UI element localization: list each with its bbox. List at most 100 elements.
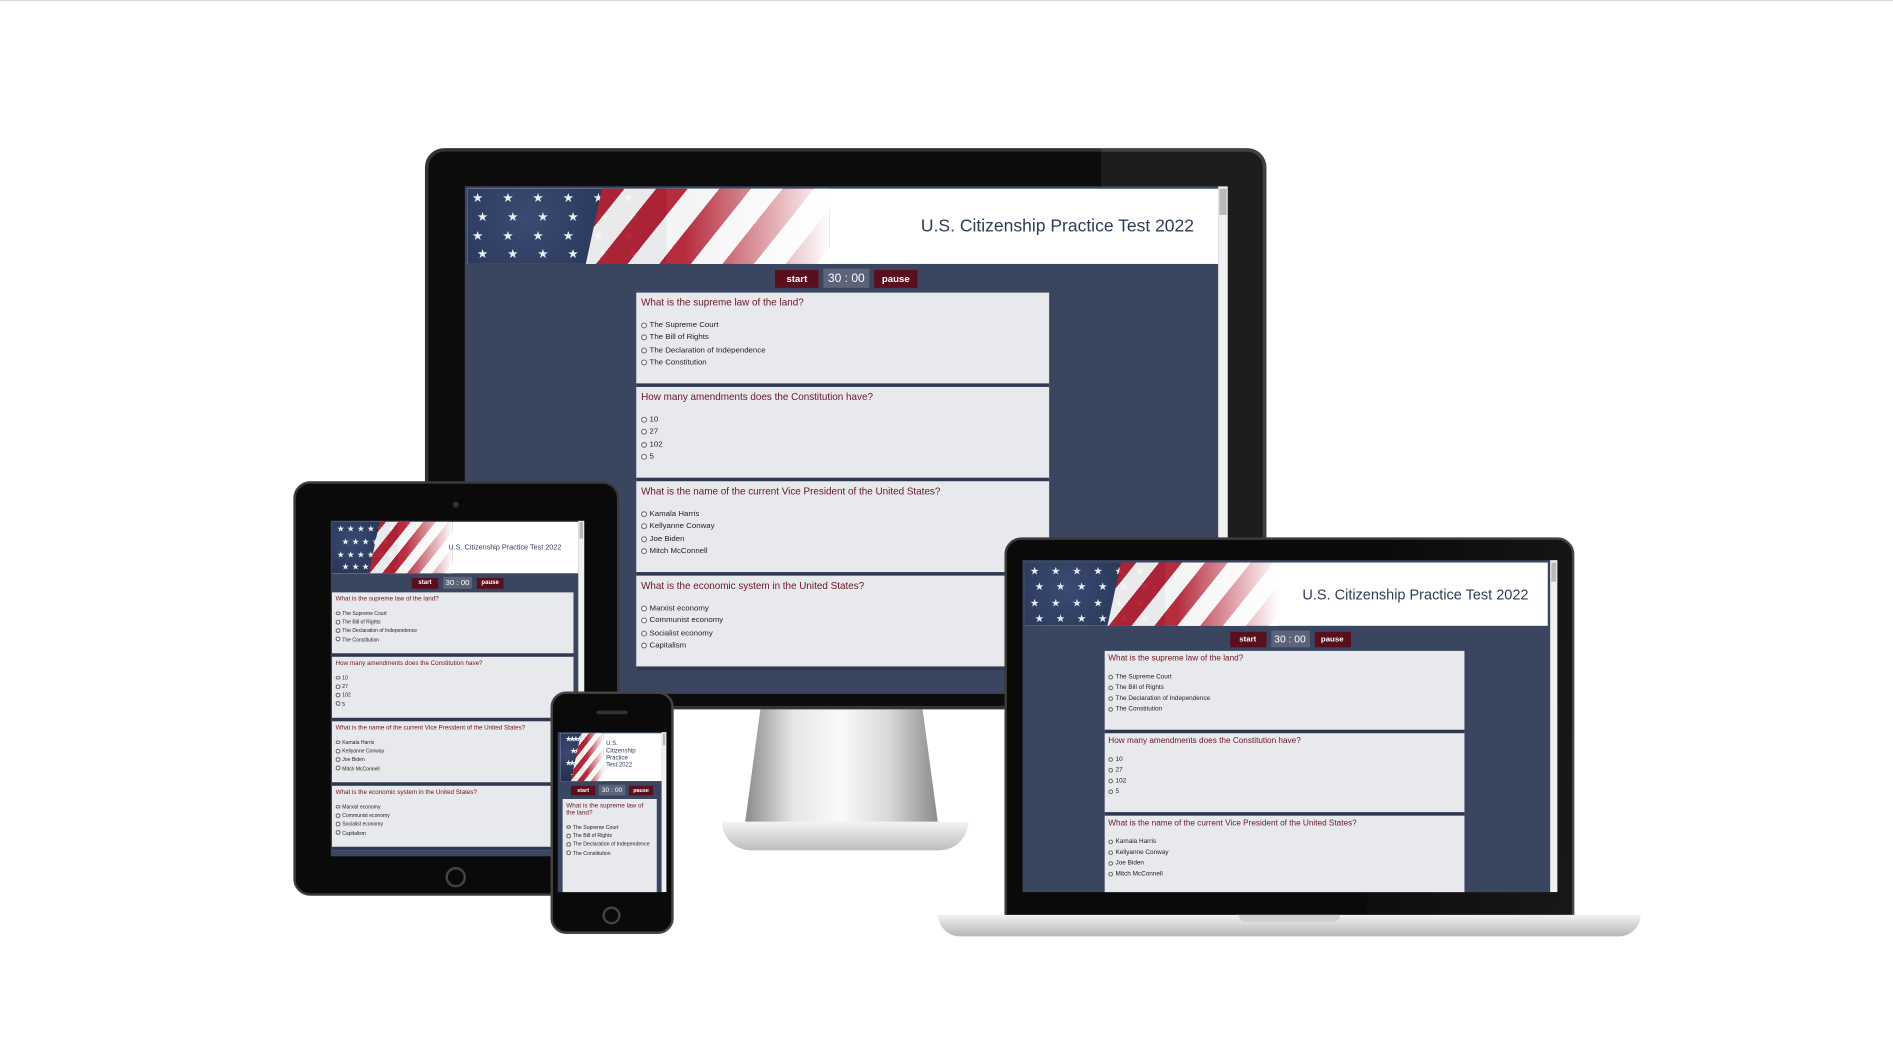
radio-button[interactable] (641, 429, 648, 436)
answer-option[interactable]: The Supreme Court (566, 823, 653, 832)
answer-option[interactable]: Mitch McConnell (335, 764, 570, 773)
answer-option[interactable]: Capitalism (641, 640, 1044, 653)
radio-button[interactable] (335, 619, 340, 625)
answer-option[interactable]: 102 (335, 691, 570, 700)
radio-button[interactable] (1108, 696, 1114, 702)
start-button[interactable]: start (411, 577, 439, 589)
radio-button[interactable] (641, 334, 648, 341)
radio-button[interactable] (335, 701, 340, 706)
radio-button[interactable] (335, 821, 340, 827)
answer-option[interactable]: Kellyanne Conway (1108, 847, 1461, 858)
radio-button[interactable] (335, 766, 340, 771)
pause-button[interactable]: pause (874, 269, 918, 288)
radio-button[interactable] (1108, 756, 1114, 762)
answer-option[interactable]: 102 (641, 438, 1044, 451)
radio-button[interactable] (641, 510, 648, 517)
answer-option[interactable]: The Bill of Rights (566, 831, 653, 840)
answer-option[interactable]: The Declaration of Independence (1108, 693, 1461, 704)
radio-button[interactable] (1108, 872, 1114, 877)
tablet-home-button[interactable] (445, 867, 467, 888)
radio-button[interactable] (641, 441, 648, 448)
radio-button[interactable] (1108, 707, 1114, 712)
answer-option[interactable]: Kamala Harris (335, 738, 570, 747)
radio-button[interactable] (566, 850, 571, 856)
radio-button[interactable] (566, 825, 571, 830)
answer-option[interactable]: Kellyanne Conway (335, 747, 570, 756)
pause-button[interactable]: pause (476, 577, 504, 589)
answer-option[interactable]: Kamala Harris (641, 508, 1044, 521)
radio-button[interactable] (641, 642, 648, 649)
start-button[interactable]: start (571, 785, 596, 795)
answer-option[interactable]: 102 (1108, 776, 1461, 787)
answer-option[interactable]: Mitch McConnell (1108, 869, 1461, 880)
answer-option[interactable]: 10 (641, 413, 1044, 426)
radio-button[interactable] (641, 416, 648, 423)
answer-option[interactable]: The Declaration of Independence (641, 344, 1044, 357)
answer-option[interactable]: Socialist economy (641, 627, 1044, 640)
radio-button[interactable] (641, 630, 648, 637)
radio-button[interactable] (335, 757, 340, 762)
answer-option[interactable]: 10 (335, 674, 570, 683)
radio-button[interactable] (335, 637, 340, 642)
radio-button[interactable] (1108, 767, 1114, 773)
answer-option[interactable]: 5 (1108, 787, 1461, 798)
radio-button[interactable] (335, 692, 340, 698)
answer-option[interactable]: 27 (641, 426, 1044, 439)
answer-option[interactable]: Kamala Harris (1108, 836, 1461, 847)
start-button[interactable]: start (1229, 631, 1266, 647)
answer-option[interactable]: The Constitution (641, 356, 1044, 369)
radio-button[interactable] (1108, 850, 1114, 855)
radio-button[interactable] (335, 628, 340, 633)
radio-button[interactable] (335, 804, 340, 809)
answer-option[interactable]: Capitalism (335, 828, 570, 837)
pause-button[interactable]: pause (629, 785, 654, 795)
answer-option[interactable]: The Declaration of Independence (566, 840, 653, 849)
answer-option[interactable]: 27 (1108, 765, 1461, 776)
radio-button[interactable] (641, 347, 648, 354)
radio-button[interactable] (1108, 685, 1114, 691)
radio-button[interactable] (641, 548, 648, 555)
radio-button[interactable] (335, 748, 340, 754)
answer-option[interactable]: 10 (1108, 754, 1461, 765)
answer-option[interactable]: The Bill of Rights (1108, 682, 1461, 693)
answer-option[interactable]: Communist economy (335, 811, 570, 820)
answer-option[interactable]: The Supreme Court (1108, 671, 1461, 682)
radio-button[interactable] (641, 454, 648, 461)
answer-option[interactable]: The Bill of Rights (641, 331, 1044, 344)
answer-option[interactable]: 5 (641, 451, 1044, 464)
answer-option[interactable]: 27 (335, 682, 570, 691)
answer-option[interactable]: The Constitution (566, 849, 653, 858)
answer-option[interactable]: The Bill of Rights (335, 618, 570, 627)
answer-option[interactable]: Marxist economy (335, 803, 570, 812)
answer-option[interactable]: Kellyanne Conway (641, 520, 1044, 533)
radio-button[interactable] (641, 605, 648, 612)
radio-button[interactable] (1108, 674, 1114, 680)
radio-button[interactable] (641, 535, 648, 542)
radio-button[interactable] (1108, 778, 1114, 784)
radio-button[interactable] (641, 359, 648, 366)
answer-option[interactable]: Communist economy (641, 614, 1044, 627)
answer-option[interactable]: The Declaration of Independence (335, 626, 570, 635)
radio-button[interactable] (335, 813, 340, 818)
answer-option[interactable]: The Supreme Court (335, 609, 570, 618)
radio-button[interactable] (566, 842, 571, 847)
radio-button[interactable] (1108, 861, 1114, 866)
answer-option[interactable]: Marxist economy (641, 602, 1044, 615)
radio-button[interactable] (1108, 789, 1114, 795)
pause-button[interactable]: pause (1314, 631, 1351, 647)
radio-button[interactable] (566, 833, 571, 838)
answer-option[interactable]: Mitch McConnell (641, 545, 1044, 558)
answer-option[interactable]: Joe Biden (335, 755, 570, 764)
start-button[interactable]: start (775, 269, 819, 288)
radio-button[interactable] (641, 617, 648, 624)
radio-button[interactable] (641, 523, 648, 530)
radio-button[interactable] (335, 611, 340, 616)
radio-button[interactable] (335, 675, 340, 680)
answer-option[interactable]: 5 (335, 699, 570, 708)
answer-option[interactable]: The Constitution (1108, 704, 1461, 715)
radio-button[interactable] (641, 322, 648, 329)
answer-option[interactable]: Joe Biden (641, 533, 1044, 546)
radio-button[interactable] (335, 684, 340, 689)
phone-home-button[interactable] (602, 906, 621, 925)
answer-option[interactable]: The Constitution (335, 635, 570, 644)
